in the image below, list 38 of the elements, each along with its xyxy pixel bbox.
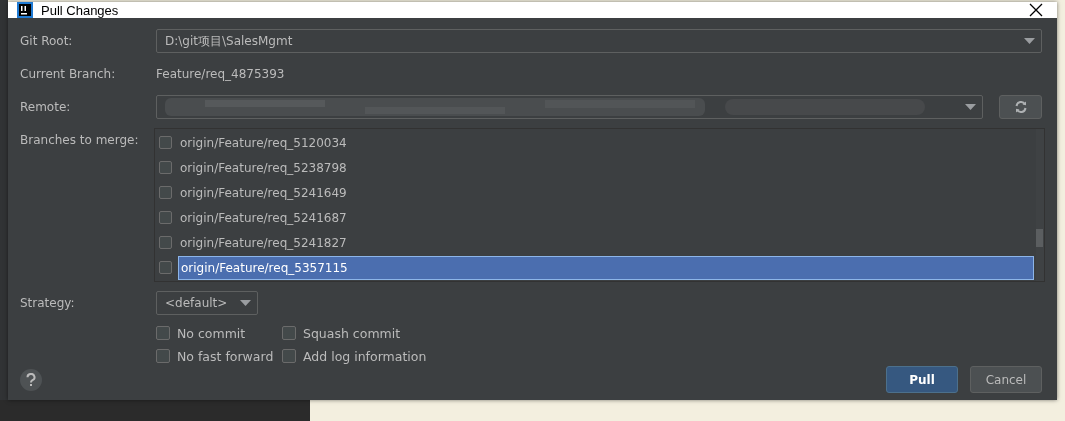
option-label: No commit: [177, 325, 246, 341]
checkbox[interactable]: [159, 186, 172, 199]
field-label: Branches to merge:: [20, 132, 140, 149]
checkbox[interactable]: [282, 349, 296, 363]
git-root-dropdown[interactable]: D:\git项目\SalesMgmt: [156, 29, 1042, 53]
dropdown-caret-icon: [240, 300, 251, 306]
pull-button[interactable]: Pull: [886, 366, 958, 393]
checkbox[interactable]: [156, 326, 170, 340]
help-icon[interactable]: [20, 368, 42, 391]
checkbox[interactable]: [159, 211, 172, 224]
strategy-dropdown[interactable]: <default>: [156, 291, 258, 315]
field-label: Git Root:: [20, 33, 74, 50]
cancel-button[interactable]: Cancel: [970, 366, 1042, 393]
checkbox[interactable]: [159, 236, 172, 249]
refresh-button[interactable]: [999, 95, 1042, 119]
window-title: Pull Changes: [41, 2, 120, 18]
dropdown-caret-icon: [965, 104, 976, 110]
option-label: No fast forward: [177, 348, 274, 364]
dropdown-caret-icon: [1024, 38, 1035, 44]
branch-item[interactable]: origin/Feature/req_5120034: [178, 130, 1034, 155]
branch-item[interactable]: origin/Feature/req_5238798: [178, 155, 1034, 180]
current-branch-value: Feature/req_4875393: [156, 66, 286, 83]
refresh-icon: [1013, 100, 1028, 114]
checkbox[interactable]: [159, 261, 172, 274]
branch-item[interactable]: origin/Feature/req_5357115: [178, 255, 1034, 280]
branch-item[interactable]: origin/Feature/req_5241649: [178, 180, 1034, 205]
branch-item[interactable]: origin/Feature/req_5241687: [178, 205, 1034, 230]
field-label: Current Branch:: [20, 66, 117, 83]
close-icon[interactable]: [1029, 3, 1043, 17]
option-label: Squash commit: [303, 325, 401, 341]
field-label: Remote:: [20, 99, 72, 116]
option-label: Add log information: [303, 348, 427, 364]
checkbox[interactable]: [159, 136, 172, 149]
checkbox[interactable]: [159, 161, 172, 174]
branch-item[interactable]: origin/Feature/req_5241827: [178, 230, 1034, 255]
checkbox[interactable]: [282, 326, 296, 340]
checkbox[interactable]: [156, 349, 170, 363]
field-label: Strategy:: [20, 295, 76, 312]
